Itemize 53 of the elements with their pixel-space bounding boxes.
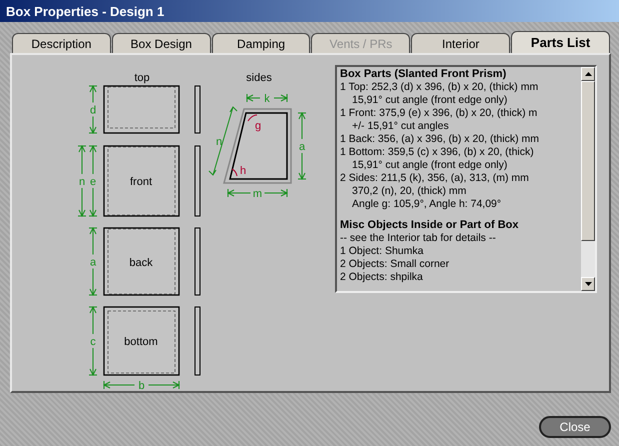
- close-button[interactable]: Close: [539, 416, 611, 438]
- parts-list-line: 1 Back: 356, (a) x 396, (b) x 20, (thick) mm: [340, 133, 540, 146]
- tab[interactable]: Damping: [212, 33, 310, 53]
- dimension-arrow: [88, 226, 98, 296]
- dimension-arrow: [88, 84, 98, 134]
- view-label: sides: [246, 72, 272, 84]
- dimension-label: e: [90, 176, 96, 188]
- parts-list-line: 15,91° cut angle (front edge only): [351, 159, 508, 172]
- panel-label: front: [130, 176, 152, 188]
- dimension-label: b: [138, 380, 145, 392]
- angle-label: h: [240, 165, 246, 177]
- tab[interactable]: Interior: [411, 33, 510, 53]
- dimension-arrow: [88, 306, 98, 376]
- dimension-label: n: [216, 136, 222, 148]
- parts-list-line: 1 Object: Shumka: [340, 245, 424, 258]
- parts-list-line: Misc Objects Inside or Part of Box: [340, 219, 520, 232]
- panel-label: bottom: [124, 336, 158, 348]
- parts-list-line: 1 Front: 375,9 (e) x 396, (b) x 20, (thick) m: [340, 107, 538, 120]
- parts-list-line: 2 Objects: Small corner: [340, 258, 450, 271]
- dimension-label: a: [298, 141, 306, 153]
- parts-list-line: Angle g: 105,9°, Angle h: 74,09°: [351, 198, 502, 211]
- scroll-down-icon[interactable]: [581, 277, 595, 291]
- dimension-arrow: [298, 112, 306, 180]
- parts-list-line: +/- 15,91° cut angles: [351, 120, 450, 133]
- parts-list-line: Box Parts (Slanted Front Prism): [340, 68, 508, 81]
- parts-list-line: 1 Top: 252,3 (d) x 396, (b) x 20, (thick) mm: [340, 81, 540, 94]
- dimension-label: m: [252, 188, 262, 200]
- view-label: top: [134, 72, 150, 84]
- parts-list-line: 1 Bottom: 359,5 (c) x 396, (b) x 20, (thick): [340, 146, 535, 159]
- angle-label: g: [255, 120, 262, 132]
- dimension-arrow: [226, 188, 288, 198]
- scroll-up-icon[interactable]: [581, 67, 595, 81]
- dimension-label: a: [90, 256, 96, 268]
- angle-arc: [232, 168, 238, 176]
- window-title: Box Properties - Design 1: [6, 4, 164, 18]
- tab[interactable]: Parts List: [511, 31, 610, 53]
- scrollbar-thumb[interactable]: [581, 81, 595, 241]
- dimension-label: c: [90, 336, 96, 348]
- parts-list-line: -- see the Interior tab for details --: [340, 232, 497, 245]
- parts-list-line: 370,2 (n), 20, (thick) mm: [351, 185, 468, 198]
- dimension-label: n: [78, 176, 86, 188]
- dimension-arrow: [246, 94, 288, 102]
- scrollbar[interactable]: [581, 67, 595, 291]
- tab[interactable]: Description: [12, 33, 111, 53]
- parts-list-line: 2 Sides: 211,5 (k), 356, (a), 313, (m) mm: [340, 172, 530, 185]
- tab[interactable]: Box Design: [112, 33, 211, 53]
- parts-list-line: 2 Objects: shpilka: [340, 271, 424, 284]
- dimension-arrow: [208, 106, 238, 176]
- dimension-label: d: [90, 104, 96, 116]
- dimension-label: k: [264, 93, 270, 105]
- angle-arc: [248, 114, 258, 122]
- panel-label: back: [129, 257, 153, 269]
- parts-list-line: 15,91° cut angle (front edge only): [351, 94, 508, 107]
